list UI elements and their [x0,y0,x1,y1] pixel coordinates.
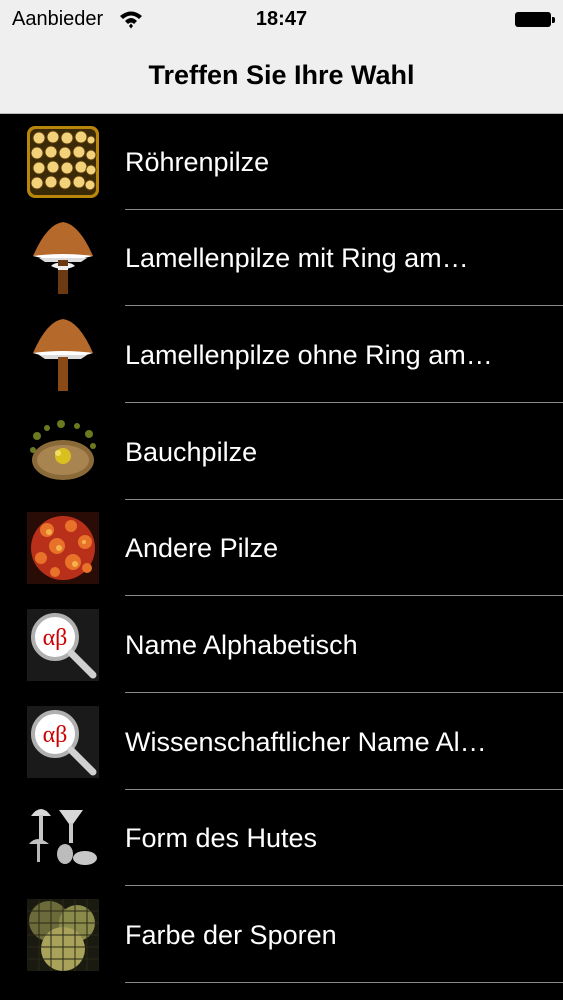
row-separator [125,305,563,306]
list-item-label: Name Alphabetisch [125,630,358,660]
status-bar: Aanbieder 18:47 [0,0,563,40]
list-item-label: Lamellenpilze mit Ring am… [125,243,469,273]
spore-color-icon [27,899,99,971]
clock: 18:47 [255,8,308,30]
row-separator [125,595,563,596]
list-item-label: Bauchpilze [125,437,258,467]
gilled-mushroom-ring-icon [33,222,93,294]
list-item-label: Farbe der Sporen [125,920,337,950]
list-item-lamellenpilze-mit-ring[interactable]: Lamellenpilze mit Ring am… [0,210,563,306]
menu-list: Röhrenpilze Lamellenpilze mit Ring am… L… [0,114,563,1000]
list-item-farbe-der-sporen[interactable]: Farbe der Sporen [0,887,563,983]
list-item-andere-pilze[interactable]: Andere Pilze [0,500,563,596]
list-item-label: Form des Hutes [125,823,318,853]
list-item-roehrenpilze[interactable]: Röhrenpilze [0,114,563,210]
list-item-wissenschaftlicher-name[interactable]: αβ Wissenschaftlicher Name Al… [0,694,563,790]
battery-icon [515,12,555,27]
svg-text:αβ: αβ [43,625,68,651]
row-separator [125,982,563,983]
list-item-label: Röhrenpilze [125,147,270,177]
row-separator [125,692,563,693]
row-separator [125,402,563,403]
alphabetic-search-icon: αβ [27,609,99,681]
list-item-bauchpilze[interactable]: Bauchpilze [0,404,563,500]
list-item-lamellenpilze-ohne-ring[interactable]: Lamellenpilze ohne Ring am… [0,307,563,403]
svg-text:αβ: αβ [43,722,68,748]
list-item-label: Wissenschaftlicher Name Al… [125,727,487,757]
boletus-pores-icon [27,126,99,198]
nav-title: Treffen Sie Ihre Wahl [148,60,415,90]
list-item-name-alphabetisch[interactable]: αβ Name Alphabetisch [0,597,563,693]
list-item-label: Andere Pilze [125,533,279,563]
list-item-label: Lamellenpilze ohne Ring am… [125,340,493,370]
row-separator [125,885,563,886]
navigation-bar: Treffen Sie Ihre Wahl [0,40,563,114]
puffball-icon [30,420,96,480]
gilled-mushroom-no-ring-icon [33,319,93,391]
cap-shapes-icon [29,809,97,865]
other-fungi-icon [27,512,99,584]
list-item-form-des-hutes[interactable]: Form des Hutes [0,790,563,886]
scientific-name-search-icon: αβ [27,706,99,778]
